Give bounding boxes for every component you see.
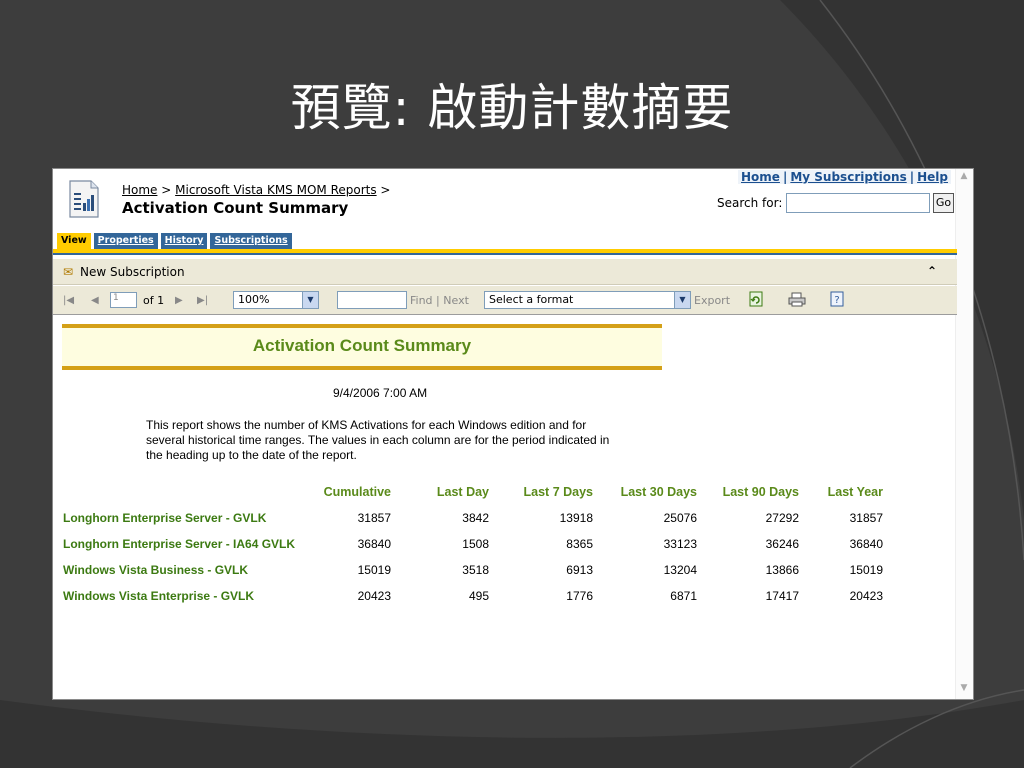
cell-last-30-days: 25076 <box>663 511 697 525</box>
cell-last-day: 3842 <box>462 511 489 525</box>
search-label: Search for: <box>717 196 783 210</box>
global-links: Home | My Subscriptions | Help <box>738 170 951 184</box>
tab-history[interactable]: History <box>160 233 208 249</box>
breadcrumb-home-link[interactable]: Home <box>122 183 157 197</box>
scroll-up-icon[interactable]: ▲ <box>957 171 971 185</box>
breadcrumb-separator: > <box>376 183 391 197</box>
find-link[interactable]: Find <box>410 294 433 307</box>
cell-last-90-days: 13866 <box>765 563 799 577</box>
slide-title: 預覽: 啟動計數摘要 <box>290 79 734 137</box>
cell-last-7-days: 6913 <box>566 563 593 577</box>
export-format-select[interactable]: Select a format ▼ <box>484 291 691 309</box>
next-link[interactable]: Next <box>443 294 469 307</box>
report-date: 9/4/2006 7:00 AM <box>333 386 428 400</box>
page-count-label: of 1 <box>143 294 165 307</box>
column-header: Last Day <box>436 485 489 499</box>
my-subscriptions-link[interactable]: My Subscriptions <box>790 170 906 184</box>
cell-cumulative: 15019 <box>357 563 391 577</box>
scroll-down-icon[interactable]: ▼ <box>957 683 971 697</box>
cell-last-7-days: 1776 <box>566 589 593 603</box>
cell-last-90-days: 17417 <box>765 589 799 603</box>
cell-last-30-days: 6871 <box>670 589 697 603</box>
last-page-icon[interactable]: ▶| <box>197 295 208 306</box>
find-input[interactable] <box>337 291 407 309</box>
export-link[interactable]: Export <box>694 294 730 307</box>
table-row: Longhorn Enterprise Server - GVLK 31857 … <box>63 505 883 531</box>
cell-cumulative: 36840 <box>357 537 391 551</box>
new-subscription-button[interactable]: New Subscription <box>80 265 185 279</box>
prev-page-icon[interactable]: ◀ <box>91 295 99 306</box>
cell-last-year: 31857 <box>849 511 883 525</box>
format-value: Select a format <box>489 293 574 306</box>
cell-last-90-days: 27292 <box>765 511 799 525</box>
next-page-icon[interactable]: ▶ <box>175 295 183 306</box>
tab-subscriptions[interactable]: Subscriptions <box>210 233 292 249</box>
cell-last-day: 495 <box>468 589 489 603</box>
page-title: Activation Count Summary <box>122 199 349 217</box>
report-description: This report shows the number of KMS Acti… <box>146 418 610 462</box>
refresh-icon[interactable] <box>749 291 763 307</box>
table-row: Windows Vista Enterprise - GVLK 20423 49… <box>63 583 883 609</box>
search-input[interactable] <box>786 193 930 213</box>
column-header: Last 30 Days <box>620 485 697 499</box>
column-header: Last Year <box>827 485 883 499</box>
help-link[interactable]: Help <box>917 170 948 184</box>
cell-last-30-days: 33123 <box>663 537 697 551</box>
cell-last-year: 15019 <box>849 563 883 577</box>
column-header: Last 7 Days <box>523 485 593 499</box>
row-label: Windows Vista Enterprise - GVLK <box>63 589 255 603</box>
go-button[interactable]: Go <box>933 193 954 213</box>
zoom-value: 100% <box>238 293 270 306</box>
chevron-down-icon[interactable]: ▼ <box>674 292 690 308</box>
find-separator: | <box>436 294 440 307</box>
report-title-band: Activation Count Summary <box>62 324 662 370</box>
help-icon[interactable]: ? <box>830 291 844 307</box>
tab-underline <box>53 253 957 255</box>
zoom-select[interactable]: 100% ▼ <box>233 291 319 309</box>
table-header-row: Cumulative Last Day Last 7 Days Last 30 … <box>63 485 883 505</box>
column-header <box>63 485 303 505</box>
report-toolbar: |◀ ◀ 1 of 1 ▶ ▶| 100% ▼ Find | Next Sele… <box>53 286 957 315</box>
home-link[interactable]: Home <box>741 170 780 184</box>
collapse-icon[interactable]: ⌃ <box>927 264 937 278</box>
cell-last-day: 1508 <box>462 537 489 551</box>
svg-text:?: ? <box>834 295 839 306</box>
report-title: Activation Count Summary <box>252 336 472 355</box>
row-label: Windows Vista Business - GVLK <box>63 563 249 577</box>
breadcrumb: Home > Microsoft Vista KMS MOM Reports > <box>122 183 390 197</box>
column-header: Cumulative <box>323 485 391 499</box>
activation-table: Cumulative Last Day Last 7 Days Last 30 … <box>63 485 883 609</box>
cell-cumulative: 20423 <box>357 589 391 603</box>
subscription-bar: ✉ New Subscription ⌃ <box>53 259 957 285</box>
tab-properties[interactable]: Properties <box>93 233 158 249</box>
cell-last-30-days: 13204 <box>663 563 697 577</box>
link-separator: | <box>909 170 915 184</box>
tab-view[interactable]: View <box>57 233 91 249</box>
tab-bar: View Properties History Subscriptions <box>57 233 292 249</box>
page-number-input[interactable]: 1 <box>110 292 137 308</box>
report-icon <box>69 180 99 218</box>
cell-last-year: 36840 <box>849 537 883 551</box>
print-icon[interactable] <box>788 291 806 307</box>
link-separator: | <box>782 170 788 184</box>
row-label: Longhorn Enterprise Server - IA64 GVLK <box>63 537 296 551</box>
column-header: Last 90 Days <box>722 485 799 499</box>
vertical-scrollbar[interactable] <box>955 169 973 699</box>
cell-cumulative: 31857 <box>357 511 391 525</box>
cell-last-year: 20423 <box>849 589 883 603</box>
cell-last-7-days: 13918 <box>559 511 593 525</box>
chevron-down-icon[interactable]: ▼ <box>302 292 318 308</box>
find-links: Find | Next <box>410 294 469 307</box>
table-row: Windows Vista Business - GVLK 15019 3518… <box>63 557 883 583</box>
table-row: Longhorn Enterprise Server - IA64 GVLK 3… <box>63 531 883 557</box>
breadcrumb-separator: > <box>157 183 176 197</box>
row-label: Longhorn Enterprise Server - GVLK <box>63 511 267 525</box>
cell-last-90-days: 36246 <box>765 537 799 551</box>
cell-last-day: 3518 <box>462 563 489 577</box>
new-subscription-icon[interactable]: ✉ <box>63 265 73 279</box>
report-manager-window: ▲ ▼ Home > Microsoft Vista KMS MOM Repor… <box>52 168 974 700</box>
cell-last-7-days: 8365 <box>566 537 593 551</box>
breadcrumb-folder-link[interactable]: Microsoft Vista KMS MOM Reports <box>175 183 376 197</box>
first-page-icon[interactable]: |◀ <box>63 295 74 306</box>
